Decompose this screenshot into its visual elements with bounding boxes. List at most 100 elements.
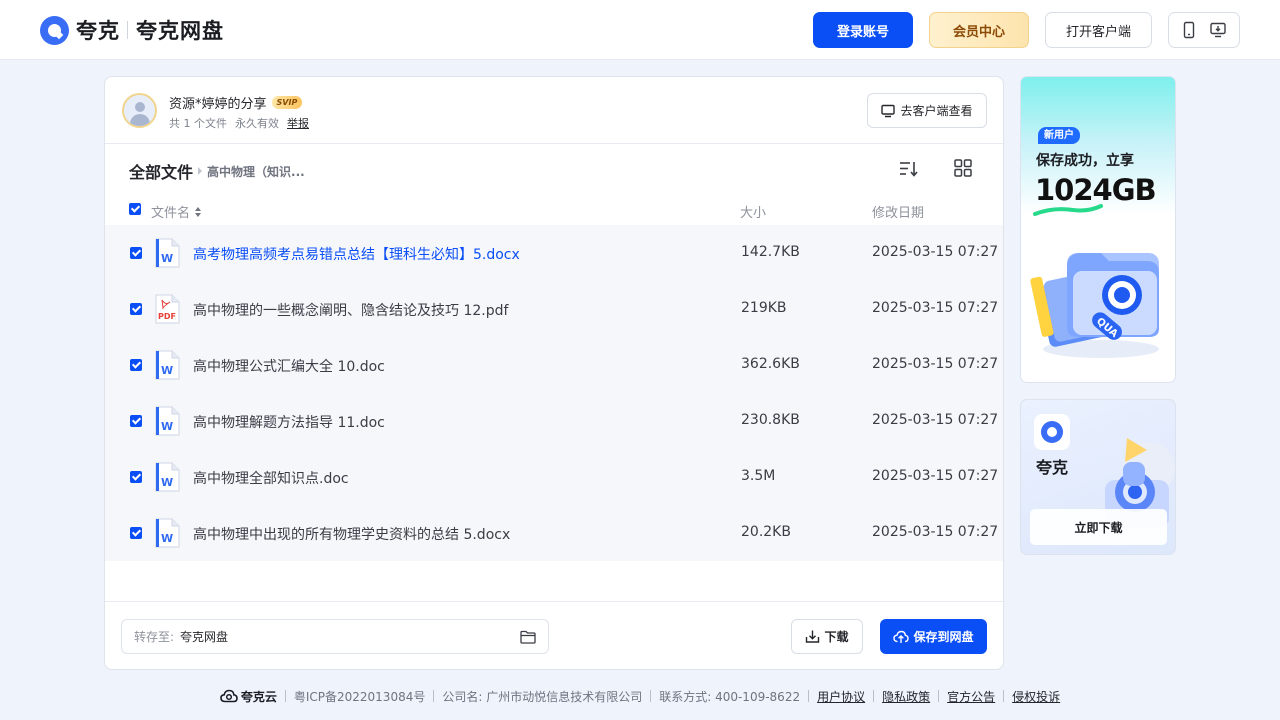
file-checkbox[interactable]	[130, 471, 142, 483]
file-name[interactable]: 高中物理解题方法指导 11.doc	[193, 412, 385, 432]
file-checkbox[interactable]	[130, 415, 142, 427]
share-title: 资源*婷婷的分享 SVIP	[169, 93, 303, 112]
brand-divider	[127, 21, 128, 39]
cloud-upload-icon	[893, 630, 910, 643]
column-size: 大小	[740, 206, 767, 221]
file-size: 362.6KB	[741, 356, 800, 372]
promo-amount: 1024GB	[1035, 173, 1157, 207]
svg-text:W: W	[161, 476, 173, 489]
save-destination-field[interactable]: 转存至: 夸克网盘	[121, 619, 549, 654]
column-date: 修改日期	[872, 206, 925, 221]
footer-icp: 粤ICP备2022013084号	[293, 689, 426, 704]
file-date: 2025-03-15 07:27	[872, 468, 999, 484]
file-name[interactable]: 高考物理高频考点易错点总结【理科生必知】5.docx	[193, 244, 520, 264]
file-list: W 高考物理高频考点易错点总结【理科生必知】5.docx 142.7KB 2025-0…	[105, 225, 1003, 561]
quark-app-icon	[1034, 414, 1070, 450]
save-to-drive-label: 保存到网盘	[913, 630, 974, 644]
save-to-drive-button[interactable]: 保存到网盘	[880, 619, 987, 654]
share-header: 资源*婷婷的分享 SVIP 共 1 个文件 永久有效 举报 去客户端查看	[105, 77, 1003, 144]
vip-center-button[interactable]: 会员中心	[929, 12, 1029, 48]
validity: 永久有效	[235, 117, 279, 130]
footer-divider	[433, 690, 435, 702]
footer-divider	[650, 690, 652, 702]
download-label: 下载	[824, 630, 849, 644]
brand-name: 夸克	[76, 19, 120, 43]
footer-link-privacy[interactable]: 隐私政策	[882, 688, 930, 705]
new-user-tag: 新用户	[1038, 127, 1080, 144]
footer-divider	[873, 690, 875, 702]
file-date: 2025-03-15 07:27	[872, 412, 999, 428]
column-name[interactable]: 文件名	[151, 202, 202, 221]
word-file-icon: W	[154, 238, 180, 268]
app-name: 夸克	[1036, 458, 1069, 477]
file-row[interactable]: W 高中物理全部知识点.doc 3.5M 2025-03-15 07:27	[105, 449, 1003, 505]
file-date: 2025-03-15 07:27	[872, 356, 999, 372]
open-client-button[interactable]: 打开客户端	[1045, 12, 1152, 48]
breadcrumb-root[interactable]: 全部文件	[129, 159, 193, 183]
footer-brand: 夸克云	[220, 688, 277, 705]
file-row[interactable]: PDF 高中物理的一些概念阐明、隐含结论及技巧 12.pdf 219KB 2025-0…	[105, 281, 1003, 337]
promo-headline: 保存成功，立享	[1036, 153, 1134, 169]
view-in-client-button[interactable]: 去客户端查看	[867, 93, 987, 128]
footer-divider	[938, 690, 940, 702]
svg-text:W: W	[161, 532, 173, 545]
footer-link-announcement[interactable]: 官方公告	[947, 688, 995, 705]
brand[interactable]: 夸克 夸克网盘	[40, 15, 224, 45]
quark-logo-icon	[40, 15, 69, 45]
swoosh-decoration	[1033, 204, 1103, 216]
save-destination-label: 转存至:	[134, 630, 175, 644]
share-card: 资源*婷婷的分享 SVIP 共 1 个文件 永久有效 举报 去客户端查看 全部文…	[104, 76, 1004, 670]
folder-icon[interactable]	[520, 630, 536, 644]
table-header: 文件名 大小 修改日期	[105, 197, 1003, 225]
file-name[interactable]: 高中物理中出现的所有物理学史资料的总结 5.docx	[193, 524, 510, 544]
file-size: 219KB	[741, 300, 787, 316]
footer-divider	[284, 690, 286, 702]
file-size: 20.2KB	[741, 524, 791, 540]
file-checkbox[interactable]	[130, 359, 142, 371]
sort-icon[interactable]	[898, 159, 918, 179]
download-button[interactable]: 下载	[791, 619, 863, 654]
report-link[interactable]: 举报	[287, 115, 309, 131]
file-row[interactable]: W 高中物理公式汇编大全 10.doc 362.6KB 2025-03-15 07:2…	[105, 337, 1003, 393]
svg-text:W: W	[161, 364, 173, 377]
footer-link-user-agreement[interactable]: 用户协议	[817, 688, 865, 705]
avatar	[122, 93, 157, 128]
download-now-button[interactable]: 立即下载	[1030, 509, 1167, 545]
file-checkbox[interactable]	[130, 303, 142, 315]
device-buttons	[1168, 12, 1240, 48]
svg-text:W: W	[161, 252, 173, 265]
file-size: 230.8KB	[741, 412, 800, 428]
file-checkbox[interactable]	[130, 527, 142, 539]
select-all-checkbox[interactable]	[129, 203, 141, 215]
save-bar: 转存至: 夸克网盘 下载 保存到网盘	[105, 601, 1003, 669]
file-row[interactable]: W 高考物理高频考点易错点总结【理科生必知】5.docx 142.7KB 2025-0…	[105, 225, 1003, 281]
svg-text:PDF: PDF	[158, 312, 176, 321]
footer-company: 公司名: 广州市动悦信息技术有限公司	[442, 689, 643, 704]
share-meta: 共 1 个文件 永久有效 举报	[169, 115, 309, 131]
cloud-folder-illustration: QUA	[1030, 253, 1159, 358]
footer-link-infringement[interactable]: 侵权投诉	[1012, 688, 1060, 705]
monitor-icon	[881, 104, 896, 117]
sort-toggle-icon	[195, 206, 202, 217]
file-row[interactable]: W 高中物理中出现的所有物理学史资料的总结 5.docx 20.2KB 2025-03…	[105, 505, 1003, 561]
file-size: 3.5M	[741, 468, 776, 484]
file-name[interactable]: 高中物理全部知识点.doc	[193, 468, 349, 488]
footer-divider	[1003, 690, 1005, 702]
breadcrumb-arrow-icon	[198, 167, 203, 175]
file-name[interactable]: 高中物理公式汇编大全 10.doc	[193, 356, 385, 376]
login-button[interactable]: 登录账号	[813, 12, 913, 48]
file-row[interactable]: W 高中物理解题方法指导 11.doc 230.8KB 2025-03-15 07:2…	[105, 393, 1003, 449]
column-name-label: 文件名	[151, 206, 191, 221]
new-user-promo[interactable]: 新用户 保存成功，立享 1024GB QUA	[1020, 76, 1176, 383]
file-size: 142.7KB	[741, 244, 800, 260]
file-name[interactable]: 高中物理的一些概念阐明、隐含结论及技巧 12.pdf	[193, 300, 508, 320]
word-file-icon: W	[154, 462, 180, 492]
mobile-icon[interactable]	[1182, 21, 1196, 39]
grid-view-icon[interactable]	[954, 159, 972, 177]
app-download-promo[interactable]: 夸克 立即下载	[1020, 399, 1176, 555]
file-checkbox[interactable]	[130, 247, 142, 259]
svg-text:W: W	[161, 420, 173, 433]
breadcrumb-current[interactable]: 高中物理（知识...	[207, 163, 305, 180]
save-destination-value: 夸克网盘	[180, 630, 229, 644]
desktop-download-icon[interactable]	[1209, 21, 1227, 39]
